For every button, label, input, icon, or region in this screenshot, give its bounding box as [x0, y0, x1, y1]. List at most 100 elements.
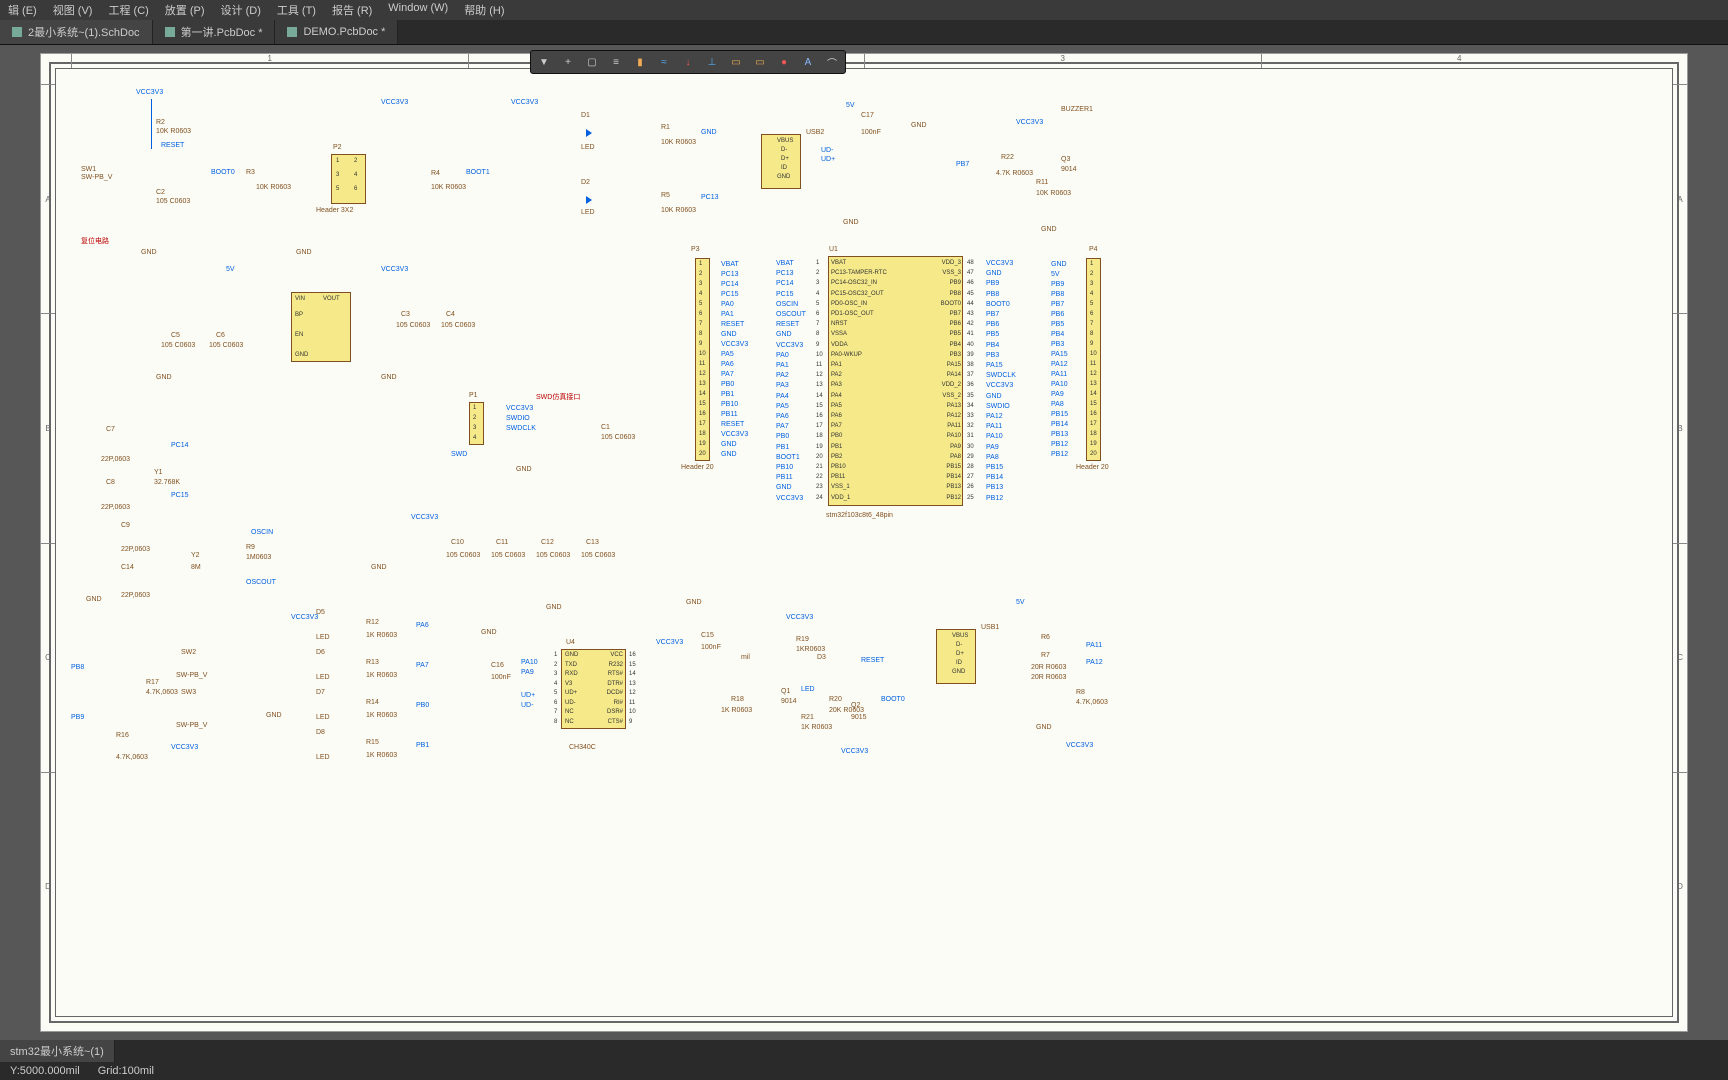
ref-r12: R12	[366, 619, 379, 626]
status-grid: Grid:100mil	[98, 1065, 154, 1077]
menu-design[interactable]: 设计 (D)	[221, 2, 261, 18]
ref-c6: C6	[216, 332, 225, 339]
down-icon[interactable]: ↓	[677, 53, 699, 71]
ref-usb2: USB2	[806, 129, 824, 136]
ref-d7: D7	[316, 689, 325, 696]
ref-p4: P4	[1089, 246, 1098, 253]
ref-r6: R6	[1041, 634, 1050, 641]
arc-icon[interactable]: ⌒	[821, 53, 843, 71]
menu-edit[interactable]: 辑 (E)	[8, 2, 37, 18]
menu-bar: 辑 (E) 视图 (V) 工程 (C) 放置 (P) 设计 (D) 工具 (T)…	[0, 0, 1728, 20]
ref-c15: C15	[701, 632, 714, 639]
tab-schdoc[interactable]: 2最小系统~(1).SchDoc	[0, 20, 153, 44]
ref-c1: C1	[601, 424, 610, 431]
ref-r13: R13	[366, 659, 379, 666]
tab-pcbdoc-1[interactable]: 第一讲.PcbDoc *	[153, 20, 276, 44]
plus-icon[interactable]: +	[557, 53, 579, 71]
comp-p1[interactable]	[469, 402, 484, 445]
ref-c8: C8	[106, 479, 115, 486]
menu-help[interactable]: 帮助 (H)	[464, 2, 504, 18]
ref-d5: D5	[316, 609, 325, 616]
ref-r8: R8	[1076, 689, 1085, 696]
ref-r7: R7	[1041, 652, 1050, 659]
ref-d1: D1	[581, 112, 590, 119]
footer-tabs: stm32最小系统~(1)	[0, 1040, 1728, 1062]
ref-r14: R14	[366, 699, 379, 706]
probe-icon[interactable]: ⊥	[701, 53, 723, 71]
ref-buzzer: BUZZER1	[1061, 106, 1093, 113]
text-icon[interactable]: A	[797, 53, 819, 71]
ref-r21: R21	[801, 714, 814, 721]
ref-sw1: SW1	[81, 166, 96, 173]
schematic-sheet[interactable]: 1234 ABCD ABCD VCC3V3 R2 10K R0603 RESET…	[40, 53, 1688, 1032]
ref-r11: R11	[1036, 179, 1048, 186]
ref-r1: R1	[661, 124, 670, 131]
ref-r18: R18	[731, 696, 744, 703]
tab-pcbdoc-2[interactable]: DEMO.PcbDoc *	[275, 20, 398, 44]
ref-r17: R17	[146, 679, 159, 686]
ref-d3: D3	[817, 654, 826, 661]
menu-report[interactable]: 报告 (R)	[332, 2, 372, 18]
ref-c9: C9	[121, 522, 130, 529]
ref-q2: Q2	[851, 702, 860, 709]
align-icon[interactable]: ≡	[605, 53, 627, 71]
ref-r22: R22	[1001, 154, 1014, 161]
ref-c11: C11	[496, 539, 508, 546]
ruler-right: ABCD	[1673, 84, 1687, 1001]
bar-icon[interactable]: ▮	[629, 53, 651, 71]
ref-r19: R19	[796, 636, 809, 643]
schematic-canvas[interactable]: VCC3V3 R2 10K R0603 RESET SW1 SW-PB_V C2…	[61, 74, 1667, 1011]
ref-c4: C4	[446, 311, 455, 318]
ref-r20: R20	[829, 696, 842, 703]
filter-icon[interactable]: ▼	[533, 53, 555, 71]
ref-r3: R3	[246, 169, 255, 176]
ref-usb1: USB1	[981, 624, 999, 631]
footer-tab-sheet[interactable]: stm32最小系统~(1)	[0, 1040, 115, 1062]
ref-d2: D2	[581, 179, 590, 186]
swd-label: SWD仿真接口	[536, 392, 580, 402]
ref-c3: C3	[401, 311, 410, 318]
ref-c12: C12	[541, 539, 554, 546]
tag-icon[interactable]: ▭	[725, 53, 747, 71]
ref-r16: R16	[116, 732, 129, 739]
ref-u4: U4	[566, 639, 575, 646]
ref-c13: C13	[586, 539, 599, 546]
rect-icon[interactable]: ▢	[581, 53, 603, 71]
status-bar: Y:5000.000mil Grid:100mil	[0, 1062, 1728, 1080]
menu-tools[interactable]: 工具 (T)	[277, 2, 316, 18]
ref-c5: C5	[171, 332, 180, 339]
ref-q1: Q1	[781, 688, 790, 695]
wave-icon[interactable]: ≈	[653, 53, 675, 71]
pcb-icon	[287, 27, 297, 37]
ref-y2: Y2	[191, 552, 200, 559]
circle-icon[interactable]: ●	[773, 53, 795, 71]
ref-y1: Y1	[154, 469, 163, 476]
ref-r5: R5	[661, 192, 670, 199]
ref-sw3: SW3	[181, 689, 196, 696]
ref-r4: R4	[431, 170, 440, 177]
ref-c17: C17	[861, 112, 874, 119]
status-coord: Y:5000.000mil	[10, 1065, 80, 1077]
ruler-top: 1234	[71, 54, 1657, 68]
pcb-icon	[165, 27, 175, 37]
ref-c10: C10	[451, 539, 464, 546]
ref-p1: P1	[469, 392, 478, 399]
ref-r15: R15	[366, 739, 379, 746]
menu-project[interactable]: 工程 (C)	[108, 2, 148, 18]
menu-window[interactable]: Window (W)	[388, 2, 448, 18]
ref-r9: R9	[246, 544, 255, 551]
ref-d6: D6	[316, 649, 325, 656]
schematic-icon	[12, 27, 22, 37]
ref-p2: P2	[333, 144, 342, 151]
ref-q3: Q3	[1061, 156, 1070, 163]
menu-view[interactable]: 视图 (V)	[53, 2, 93, 18]
ref-u1: U1	[829, 246, 838, 253]
active-toolbar: ▼ + ▢ ≡ ▮ ≈ ↓ ⊥ ▭ ▭ ● A ⌒	[530, 50, 846, 74]
schematic-workspace[interactable]: 1234 ABCD ABCD VCC3V3 R2 10K R0603 RESET…	[0, 45, 1728, 1040]
label-icon[interactable]: ▭	[749, 53, 771, 71]
ref-c14: C14	[121, 564, 134, 571]
ruler-left: ABCD	[41, 84, 55, 1001]
document-tabs: 2最小系统~(1).SchDoc 第一讲.PcbDoc * DEMO.PcbDo…	[0, 20, 1728, 45]
ref-r2: R2	[156, 119, 165, 126]
menu-place[interactable]: 放置 (P)	[165, 2, 205, 18]
